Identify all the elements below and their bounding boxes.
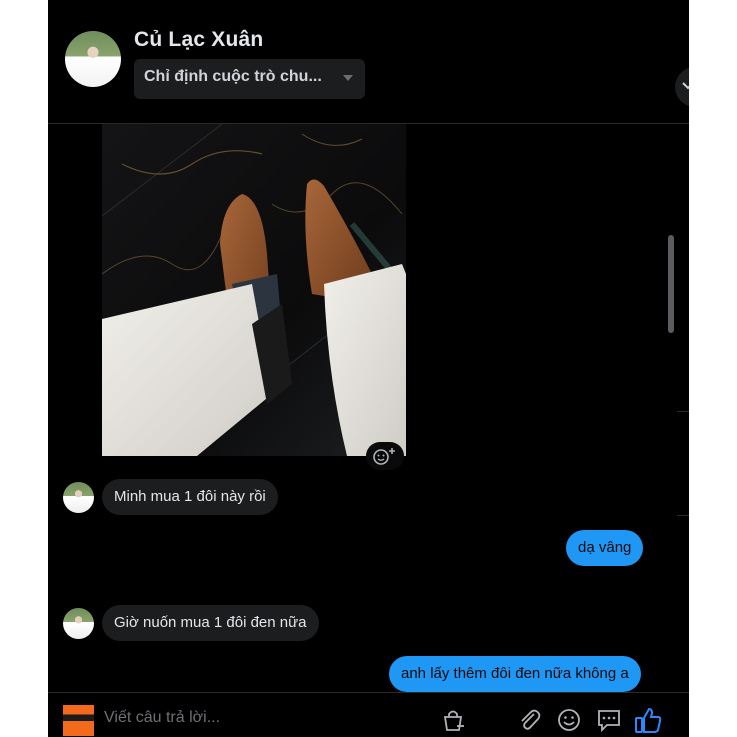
message-bubble-incoming[interactable]: Giờ nuốn mua 1 đôi đen nữa — [102, 605, 319, 641]
nickname-value: Chỉ định cuộc trò chu... — [144, 68, 322, 85]
divider — [677, 515, 689, 516]
saved-reply-icon[interactable] — [595, 707, 623, 733]
smile-plus-icon — [373, 448, 395, 465]
shoe-photo-attachment[interactable] — [102, 124, 406, 456]
contact-avatar-small[interactable] — [63, 608, 94, 639]
photo-image — [102, 124, 406, 456]
add-reaction-button[interactable] — [366, 442, 404, 470]
scrollbar-thumb[interactable] — [668, 235, 674, 333]
message-list[interactable]: Minh mua 1 đôi này rồi dạ vâng Giờ nuốn … — [48, 124, 689, 692]
conversation-window: Củ Lạc Xuân Chỉ định cuộc trò chu... Min… — [48, 0, 689, 737]
conversation-header: Củ Lạc Xuân Chỉ định cuộc trò chu... — [48, 0, 689, 124]
message-bubble-outgoing[interactable]: anh lấy thêm đôi đen nữa không a — [389, 656, 641, 692]
nickname-dropdown[interactable]: Chỉ định cuộc trò chu... — [134, 59, 365, 99]
chevron-down-icon — [682, 82, 689, 90]
contact-avatar-small[interactable] — [63, 482, 94, 513]
reply-input[interactable] — [104, 707, 324, 729]
emoji-icon[interactable] — [556, 707, 582, 733]
caret-down-icon — [343, 75, 353, 81]
thumbs-up-icon[interactable] — [633, 705, 663, 735]
reply-composer — [48, 692, 689, 737]
contact-avatar[interactable] — [65, 31, 121, 87]
bag-icon[interactable] — [440, 707, 466, 733]
divider — [677, 411, 689, 412]
message-bubble-outgoing[interactable]: dạ vâng — [566, 530, 644, 566]
paperclip-icon[interactable] — [516, 707, 542, 733]
message-bubble-incoming[interactable]: Minh mua 1 đôi này rồi — [102, 479, 278, 515]
contact-name[interactable]: Củ Lạc Xuân — [134, 28, 263, 52]
page-thumbnail — [63, 705, 94, 736]
collapse-button[interactable] — [675, 67, 689, 107]
